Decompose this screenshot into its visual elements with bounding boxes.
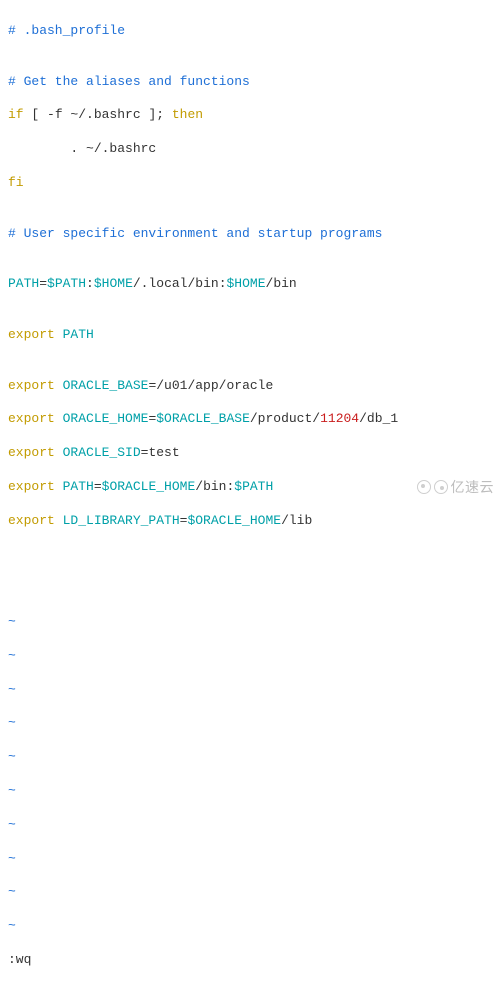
keyword-export: export <box>8 445 55 460</box>
code-line: # .bash_profile <box>8 23 492 40</box>
blank-line <box>8 580 492 597</box>
watermark-text: 亿速云 <box>451 478 495 496</box>
code-line: export ORACLE_SID=test <box>8 445 492 462</box>
empty-line-tilde: ~ <box>8 918 492 935</box>
var-path: PATH <box>8 276 39 291</box>
code-line: export ORACLE_BASE=/u01/app/oracle <box>8 378 492 395</box>
watermark-icon <box>417 480 431 494</box>
empty-line-tilde: ~ <box>8 749 492 766</box>
empty-line-tilde: ~ <box>8 682 492 699</box>
keyword-export: export <box>8 479 55 494</box>
var-ld-library-path: LD_LIBRARY_PATH <box>55 513 180 528</box>
empty-line-tilde: ~ <box>8 884 492 901</box>
keyword-export: export <box>8 513 55 528</box>
keyword-export: export <box>8 327 55 342</box>
comment-text: # User specific environment and startup … <box>8 226 382 241</box>
watermark: 亿速云 <box>417 478 495 496</box>
keyword-fi: fi <box>8 175 24 190</box>
var-oracle-base: ORACLE_BASE <box>55 378 149 393</box>
empty-line-tilde: ~ <box>8 851 492 868</box>
code-line: . ~/.bashrc <box>8 141 492 158</box>
keyword-if: if <box>8 107 24 122</box>
code-line: export PATH <box>8 327 492 344</box>
empty-line-tilde: ~ <box>8 715 492 732</box>
code-line: PATH=$PATH:$HOME/.local/bin:$HOME/bin <box>8 276 492 293</box>
empty-line-tilde: ~ <box>8 614 492 631</box>
comment-text: # .bash_profile <box>8 23 125 38</box>
code-line: export ORACLE_HOME=$ORACLE_BASE/product/… <box>8 411 492 428</box>
vim-command-line[interactable]: :wq <box>8 952 492 969</box>
code-line: # Get the aliases and functions <box>8 74 492 91</box>
comment-text: # Get the aliases and functions <box>8 74 250 89</box>
keyword-then: then <box>172 107 203 122</box>
empty-line-tilde: ~ <box>8 648 492 665</box>
blank-line <box>8 547 492 564</box>
code-line: export LD_LIBRARY_PATH=$ORACLE_HOME/lib <box>8 513 492 530</box>
var-oracle-home: ORACLE_HOME <box>55 411 149 426</box>
var-oracle-sid: ORACLE_SID <box>55 445 141 460</box>
keyword-export: export <box>8 378 55 393</box>
watermark-icon <box>434 480 448 494</box>
keyword-export: export <box>8 411 55 426</box>
empty-line-tilde: ~ <box>8 783 492 800</box>
empty-line-tilde: ~ <box>8 817 492 834</box>
code-line: if [ -f ~/.bashrc ]; then <box>8 107 492 124</box>
code-line: # User specific environment and startup … <box>8 226 492 243</box>
code-line: fi <box>8 175 492 192</box>
